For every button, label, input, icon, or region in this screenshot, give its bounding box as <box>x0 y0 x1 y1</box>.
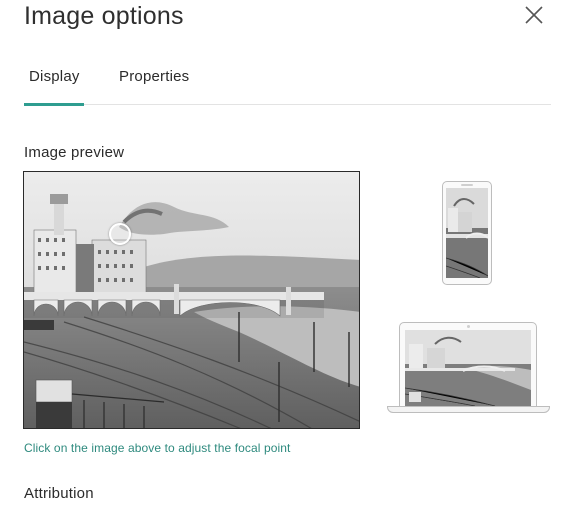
attribution-label: Attribution <box>24 485 94 502</box>
focal-point-handle[interactable] <box>109 223 131 245</box>
preview-photo <box>24 172 359 428</box>
laptop-preview <box>387 322 550 414</box>
tab-display[interactable]: Display <box>29 68 80 85</box>
image-options-dialog: Image options Display Properties Image p… <box>0 0 566 509</box>
phone-speaker <box>461 184 473 186</box>
image-preview-label: Image preview <box>24 144 125 161</box>
laptop-camera <box>467 325 470 328</box>
phone-preview <box>442 181 492 285</box>
dialog-title: Image options <box>24 2 184 30</box>
tab-selected-indicator <box>24 103 84 106</box>
tab-properties[interactable]: Properties <box>119 68 189 85</box>
close-button[interactable] <box>521 2 547 28</box>
close-icon <box>525 6 543 24</box>
laptop-lid <box>399 322 537 407</box>
laptop-preview-image <box>405 330 531 406</box>
tab-bar: Display Properties <box>24 60 551 106</box>
focal-point-hint: Click on the image above to adjust the f… <box>24 441 291 455</box>
tab-bar-divider <box>24 104 551 105</box>
laptop-base <box>387 406 550 413</box>
image-preview[interactable] <box>23 171 360 429</box>
phone-preview-image <box>446 188 488 278</box>
